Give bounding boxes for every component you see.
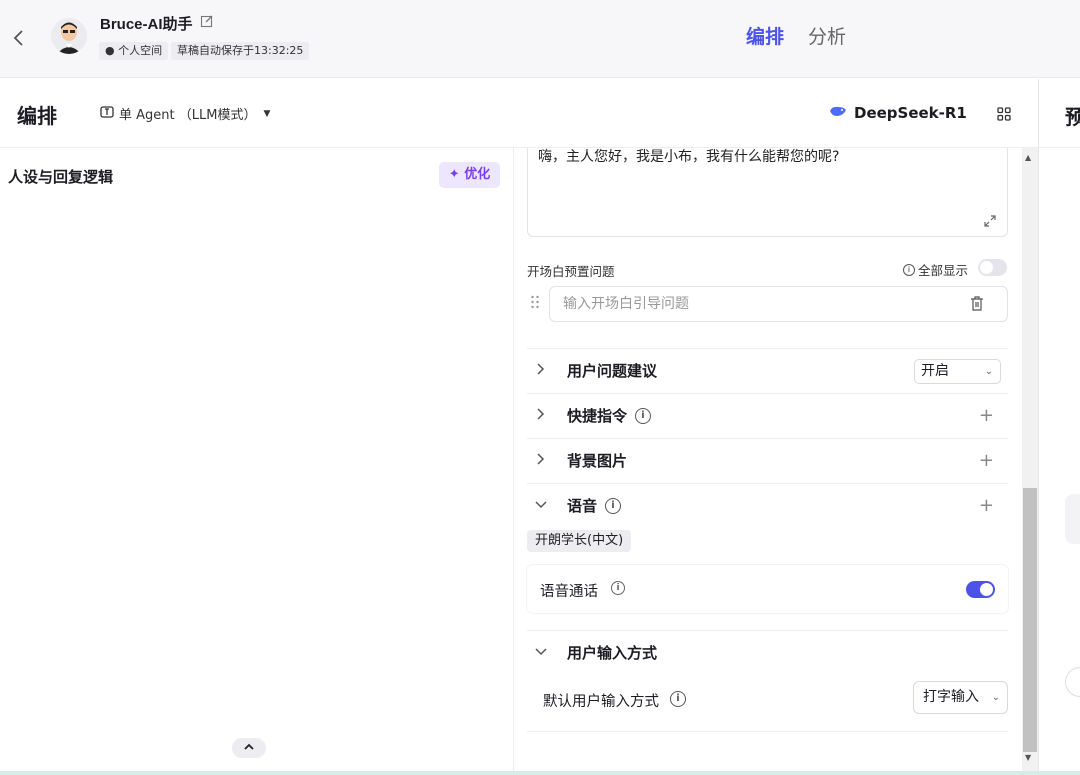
deepseek-whale-icon xyxy=(828,103,848,123)
default-input-label: 默认用户输入方式 xyxy=(543,694,659,710)
optimize-button[interactable]: ✦ 优化 xyxy=(439,162,500,188)
skills-pane: 嗨，主人您好，我是小布，我有什么能帮您的呢? 开场白预置问题 i 全部显示 用户… xyxy=(514,148,1038,772)
bot-name: Bruce-AI助手 xyxy=(100,16,193,33)
tab-arrange[interactable]: 编排 xyxy=(746,22,784,49)
show-all-label: i 全部显示 xyxy=(903,260,968,279)
section-label: 背景图片 xyxy=(567,452,628,470)
preset-question-input[interactable] xyxy=(549,286,1008,322)
info-icon[interactable]: i xyxy=(605,497,622,514)
save-status-badge: 草稿自动保存于13:32:25 xyxy=(171,42,310,60)
default-input-value: 打字输入 xyxy=(923,689,979,705)
edit-icon[interactable] xyxy=(200,13,216,29)
info-icon[interactable]: i xyxy=(670,691,686,707)
sub-header: 编排 单 Agent （LLM模式） ▼ DeepSeek-R1 预 xyxy=(0,79,1080,148)
sparkle-icon: ✦ xyxy=(448,167,460,182)
voice-call-row: 语音通话 i xyxy=(527,565,1008,613)
section-label: 用户输入方式 xyxy=(567,644,658,662)
scrollbar[interactable]: ▲ ▼ xyxy=(1022,148,1038,772)
section-background-image[interactable]: 背景图片 + xyxy=(527,438,1008,482)
agent-icon xyxy=(100,105,114,123)
preset-questions-label: 开场白预置问题 xyxy=(527,264,615,279)
default-input-select[interactable]: 打字输入 ⌄ xyxy=(913,681,1008,714)
suggestion-mode-select[interactable]: 开启 ⌄ xyxy=(914,359,1001,384)
top-header: Bruce-AI助手 ● 个人空间 草稿自动保存于13:32:25 编排 分析 xyxy=(0,0,1080,78)
default-input-row: 默认用户输入方式 i 打字输入 ⌄ xyxy=(527,678,1008,733)
info-icon[interactable]: i xyxy=(611,581,625,595)
preview-card xyxy=(1065,494,1080,544)
trash-icon[interactable] xyxy=(970,296,984,312)
grid-icon[interactable] xyxy=(996,106,1012,122)
section-question-suggestions[interactable]: 用户问题建议 开启 ⌄ xyxy=(527,348,1008,392)
preview-title: 预 xyxy=(1065,105,1080,129)
divider xyxy=(1038,79,1039,775)
caret-down-icon: ▼ xyxy=(263,108,271,119)
chevron-down-icon xyxy=(535,645,555,660)
show-all-text: 全部显示 xyxy=(918,263,969,278)
chevron-down-icon xyxy=(535,498,555,513)
model-select[interactable]: DeepSeek-R1 xyxy=(828,103,967,123)
space-badge: ● 个人空间 xyxy=(99,42,169,60)
space-badge-label: 个人空间 xyxy=(118,44,163,57)
voice-call-toggle[interactable] xyxy=(966,581,995,598)
bottom-strip xyxy=(0,771,1080,775)
chevron-right-icon xyxy=(535,362,555,379)
chevron-down-icon: ⌄ xyxy=(991,692,1000,703)
persona-title: 人设与回复逻辑 xyxy=(8,168,114,186)
suggestion-mode-value: 开启 xyxy=(921,363,949,379)
model-name: DeepSeek-R1 xyxy=(854,104,967,122)
scroll-down-arrow-icon[interactable]: ▼ xyxy=(1025,753,1031,762)
info-icon: i xyxy=(903,263,915,276)
info-icon[interactable]: i xyxy=(635,407,652,424)
section-user-input[interactable]: 用户输入方式 xyxy=(527,630,1008,674)
agent-mode-label: 单 Agent （LLM模式） xyxy=(119,108,257,123)
chevron-up-icon xyxy=(244,743,254,750)
voice-call-label: 语音通话 xyxy=(540,584,598,600)
persona-pane: 人设与回复逻辑 ✦ 优化 xyxy=(0,148,514,772)
agent-mode-select[interactable]: 单 Agent （LLM模式） ▼ xyxy=(100,104,270,123)
divider xyxy=(527,731,1008,732)
bot-avatar[interactable] xyxy=(51,18,87,54)
preview-button[interactable] xyxy=(1065,667,1080,697)
section-label: 语音 xyxy=(567,497,598,515)
chevron-left-icon[interactable] xyxy=(12,24,30,52)
collapse-button[interactable] xyxy=(232,738,266,758)
plus-icon[interactable]: + xyxy=(979,495,994,516)
section-label: 快捷指令 xyxy=(567,407,628,425)
user-icon: ● xyxy=(105,44,115,57)
drag-handle-icon[interactable] xyxy=(530,295,540,309)
optimize-label: 优化 xyxy=(464,167,491,182)
greeting-textarea[interactable]: 嗨，主人您好，我是小布，我有什么能帮您的呢? xyxy=(527,148,1008,237)
plus-icon[interactable]: + xyxy=(979,405,994,426)
chevron-down-icon: ⌄ xyxy=(984,366,993,377)
plus-icon[interactable]: + xyxy=(979,450,994,471)
scroll-up-arrow-icon[interactable]: ▲ xyxy=(1025,153,1031,162)
chevron-right-icon xyxy=(535,407,555,424)
section-label: 用户问题建议 xyxy=(567,362,658,380)
section-voice[interactable]: 语音 i + xyxy=(527,483,1008,527)
show-all-toggle[interactable] xyxy=(978,259,1007,276)
chevron-right-icon xyxy=(535,452,555,469)
expand-icon[interactable] xyxy=(983,213,997,227)
section-shortcuts[interactable]: 快捷指令 i + xyxy=(527,393,1008,437)
section-title: 编排 xyxy=(17,104,57,128)
scrollbar-thumb[interactable] xyxy=(1023,488,1037,752)
tab-analysis[interactable]: 分析 xyxy=(808,22,846,49)
voice-chip[interactable]: 开朗学长(中文) xyxy=(527,530,632,552)
greeting-text: 嗨，主人您好，我是小布，我有什么能帮您的呢? xyxy=(538,149,840,165)
